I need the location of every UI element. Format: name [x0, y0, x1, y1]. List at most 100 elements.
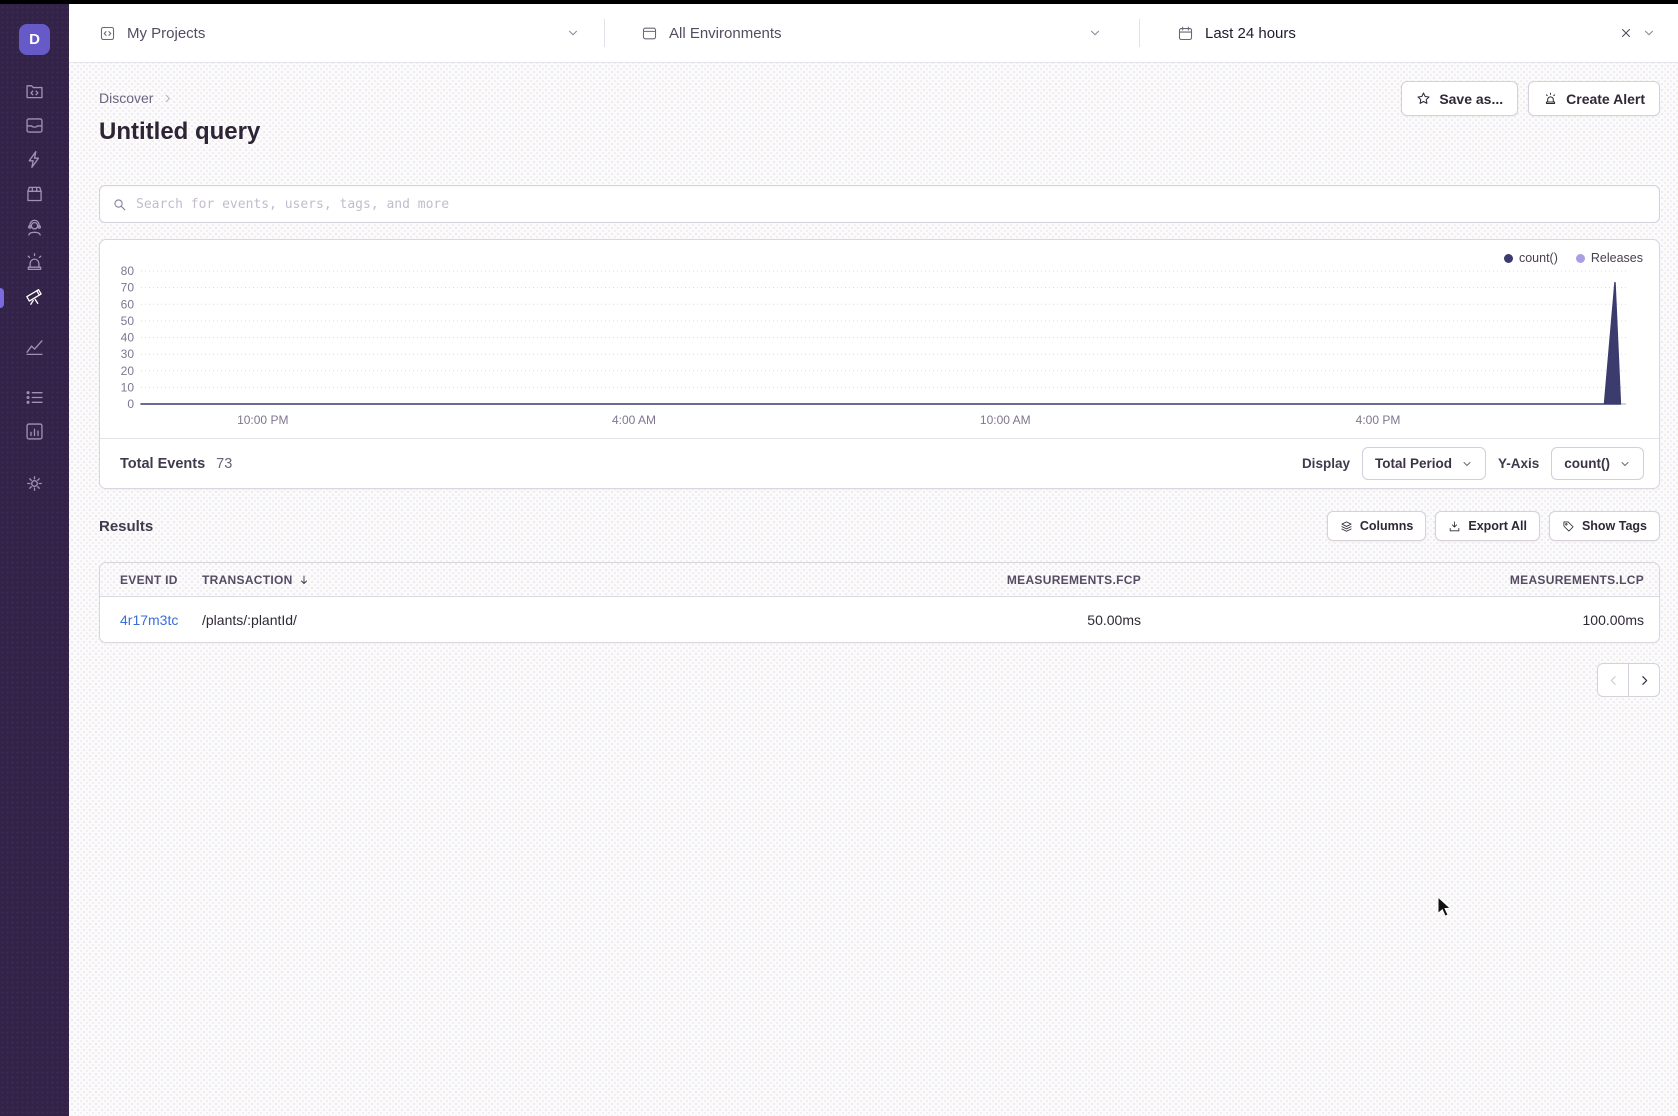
export-all-button[interactable]: Export All: [1435, 511, 1540, 541]
svg-text:50: 50: [121, 314, 135, 328]
sort-desc-icon: [298, 574, 310, 586]
results-title: Results: [99, 518, 153, 535]
fcp-cell: 50.00ms: [681, 612, 1141, 628]
column-header-transaction[interactable]: TRANSACTION: [202, 573, 681, 587]
pagination-prev-button[interactable]: [1597, 663, 1629, 697]
svg-text:20: 20: [121, 364, 135, 378]
sidebar-item-monitors[interactable]: [0, 383, 69, 417]
sidebar-item-stats[interactable]: [0, 417, 69, 451]
column-header-measurements-lcp[interactable]: MEASUREMENTS.LCP: [1141, 573, 1644, 587]
sidebar-item-projects[interactable]: [0, 77, 69, 111]
create-alert-button[interactable]: Create Alert: [1528, 81, 1660, 116]
search-icon: [112, 197, 127, 212]
legend-label-count: count(): [1519, 251, 1558, 265]
display-select[interactable]: Total Period: [1362, 447, 1486, 480]
project-selector-label: My Projects: [127, 25, 205, 42]
chevron-down-icon: [1088, 26, 1102, 40]
svg-text:30: 30: [121, 347, 135, 361]
star-icon: [1416, 91, 1431, 106]
transaction-cell: /plants/:plantId/: [202, 612, 681, 628]
svg-text:4:00 PM: 4:00 PM: [1356, 413, 1401, 427]
siren-icon: [1543, 91, 1558, 106]
sidebar-item-user-feedback[interactable]: [0, 213, 69, 247]
sidebar-item-alerts[interactable]: [0, 247, 69, 281]
download-icon: [1448, 520, 1461, 533]
close-icon[interactable]: [1619, 26, 1633, 40]
create-alert-label: Create Alert: [1566, 91, 1645, 107]
export-all-label: Export All: [1468, 519, 1527, 533]
pagination-next-button[interactable]: [1628, 663, 1660, 697]
save-as-button[interactable]: Save as...: [1401, 81, 1518, 116]
sidebar-item-issues[interactable]: [0, 111, 69, 145]
y-axis-select[interactable]: count(): [1551, 447, 1644, 480]
topbar: My Projects All Environments Last 24 hou…: [69, 0, 1678, 63]
code-window-icon: [99, 25, 116, 42]
total-events-label: Total Events: [120, 456, 205, 472]
legend-item-releases[interactable]: Releases: [1576, 251, 1643, 265]
columns-button[interactable]: Columns: [1327, 511, 1426, 541]
svg-text:10: 10: [121, 380, 135, 394]
svg-text:4:00 AM: 4:00 AM: [612, 413, 656, 427]
chevron-down-icon[interactable]: [1642, 26, 1656, 40]
pagination: [99, 663, 1660, 697]
sidebar-item-releases[interactable]: [0, 179, 69, 213]
display-label: Display: [1302, 456, 1350, 471]
show-tags-label: Show Tags: [1582, 519, 1647, 533]
chevron-down-icon: [1461, 458, 1473, 470]
sidebar: D: [0, 0, 69, 1116]
y-axis-label: Y-Axis: [1498, 456, 1539, 471]
show-tags-button[interactable]: Show Tags: [1549, 511, 1660, 541]
breadcrumb[interactable]: Discover: [99, 90, 173, 106]
lcp-cell: 100.00ms: [1141, 612, 1644, 628]
environment-selector[interactable]: All Environments: [605, 4, 1139, 62]
active-indicator: [0, 288, 4, 308]
main-content: Discover Save as... Create Alert Untitle…: [69, 63, 1678, 1116]
page-title: Untitled query: [99, 118, 1660, 146]
sidebar-item-discover[interactable]: [0, 281, 69, 315]
chevron-down-icon: [1619, 458, 1631, 470]
sidebar-item-dashboards[interactable]: [0, 332, 69, 366]
environment-selector-label: All Environments: [669, 25, 782, 42]
list-icon: [24, 387, 45, 413]
chart-plot[interactable]: 0102030405060708010:00 PM4:00 AM10:00 AM…: [100, 240, 1659, 438]
column-header-measurements-fcp[interactable]: MEASUREMENTS.FCP: [681, 573, 1141, 587]
svg-text:10:00 PM: 10:00 PM: [237, 413, 288, 427]
legend-label-releases: Releases: [1591, 251, 1643, 265]
chart-panel: 0102030405060708010:00 PM4:00 AM10:00 AM…: [99, 239, 1660, 489]
chevron-down-icon: [566, 26, 580, 40]
date-range-selector[interactable]: Last 24 hours: [1140, 4, 1678, 62]
screen-top-strip: [0, 0, 1678, 4]
bar-chart-icon: [24, 421, 45, 447]
headset-icon: [24, 217, 45, 243]
y-axis-select-value: count(): [1564, 456, 1610, 471]
svg-text:70: 70: [121, 281, 135, 295]
chart-footer: Total Events 73 Display Total Period Y-A…: [100, 438, 1659, 488]
chart-svg: 0102030405060708010:00 PM4:00 AM10:00 AM…: [100, 240, 1659, 439]
svg-text:0: 0: [127, 397, 134, 411]
svg-text:80: 80: [121, 264, 135, 278]
legend-item-count[interactable]: count(): [1504, 251, 1558, 265]
column-header-event-id[interactable]: EVENT ID: [120, 573, 202, 587]
siren-icon: [24, 251, 45, 277]
package-icon: [24, 183, 45, 209]
search-bar[interactable]: [99, 185, 1660, 223]
total-events-value: 73: [216, 456, 232, 472]
inbox-icon: [24, 115, 45, 141]
sidebar-item-performance[interactable]: [0, 145, 69, 179]
search-input[interactable]: [136, 197, 1647, 212]
window-icon: [641, 25, 658, 42]
chevron-right-icon: [1638, 674, 1651, 687]
event-id-link[interactable]: 4r17m3tc: [120, 612, 202, 628]
layers-icon: [1340, 520, 1353, 533]
results-table: EVENT ID TRANSACTION MEASUREMENTS.FCP ME…: [99, 562, 1660, 643]
calendar-icon: [1177, 25, 1194, 42]
display-select-value: Total Period: [1375, 456, 1452, 471]
chevron-left-icon: [1607, 674, 1620, 687]
sidebar-item-settings[interactable]: [0, 469, 69, 503]
columns-label: Columns: [1360, 519, 1413, 533]
avatar[interactable]: D: [19, 24, 50, 55]
legend-dot-releases: [1576, 254, 1585, 263]
project-selector[interactable]: My Projects: [99, 4, 604, 62]
save-as-label: Save as...: [1439, 91, 1503, 107]
code-folder-icon: [24, 81, 45, 107]
